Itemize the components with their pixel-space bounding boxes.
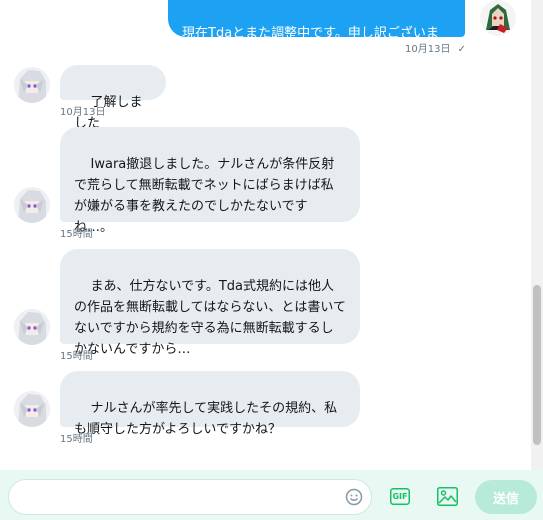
message-input[interactable] xyxy=(21,486,345,510)
check-icon: ✓ xyxy=(457,44,467,55)
own-avatar[interactable] xyxy=(480,0,516,36)
outgoing-timestamp: 10月13日 ✓ xyxy=(405,40,466,55)
message-timestamp: 10月13日 xyxy=(60,107,106,118)
outgoing-timestamp-text: 10月13日 xyxy=(405,44,451,55)
message-timestamp: 15時間 xyxy=(60,351,93,362)
incoming-message-text: Iwara撤退しました。ナルさんが条件反射で荒らして無断転載でネットにばらまけば… xyxy=(74,157,335,235)
incoming-message-text: まあ、仕方ないです。Tda式規約には他人の作品を無断転載してはならない、とは書い… xyxy=(74,279,346,357)
incoming-message-bubble[interactable]: ナルさんが率先して実践したその規約、私も順守した方がよろしいですかね？ xyxy=(60,371,360,437)
gif-button[interactable]: GIF xyxy=(390,488,410,505)
message-timestamp: 15時間 xyxy=(60,229,93,240)
outgoing-message-bubble[interactable]: 現在Tdaとまた調整中です。申し訳ございませんがお待ち下さい。 xyxy=(168,0,465,62)
send-button[interactable]: 送信 xyxy=(475,480,537,514)
scrollbar[interactable] xyxy=(531,0,543,470)
message-input-container[interactable] xyxy=(8,479,372,515)
scrollbar-thumb[interactable] xyxy=(533,285,541,445)
sender-avatar[interactable] xyxy=(14,309,50,345)
message-timestamp: 15時間 xyxy=(60,434,93,445)
incoming-message-bubble[interactable]: Iwara撤退しました。ナルさんが条件反射で荒らして無断転載でネットにばらまけば… xyxy=(60,127,360,235)
incoming-message-bubble[interactable]: 了解しました xyxy=(60,65,166,131)
gif-label: GIF xyxy=(392,492,408,501)
sender-avatar[interactable] xyxy=(14,67,50,103)
sender-avatar[interactable] xyxy=(14,187,50,223)
sender-avatar[interactable] xyxy=(14,391,50,427)
incoming-message-text: ナルさんが率先して実践したその規約、私も順守した方がよろしいですかね？ xyxy=(74,401,338,437)
image-icon[interactable] xyxy=(437,487,458,506)
emoji-icon[interactable] xyxy=(345,488,363,506)
conversation-panel: 現在Tdaとまた調整中です。申し訳ございませんがお待ち下さい。 10月13日 ✓… xyxy=(0,0,531,470)
incoming-message-bubble[interactable]: まあ、仕方ないです。Tda式規約には他人の作品を無断転載してはならない、とは書い… xyxy=(60,249,360,357)
